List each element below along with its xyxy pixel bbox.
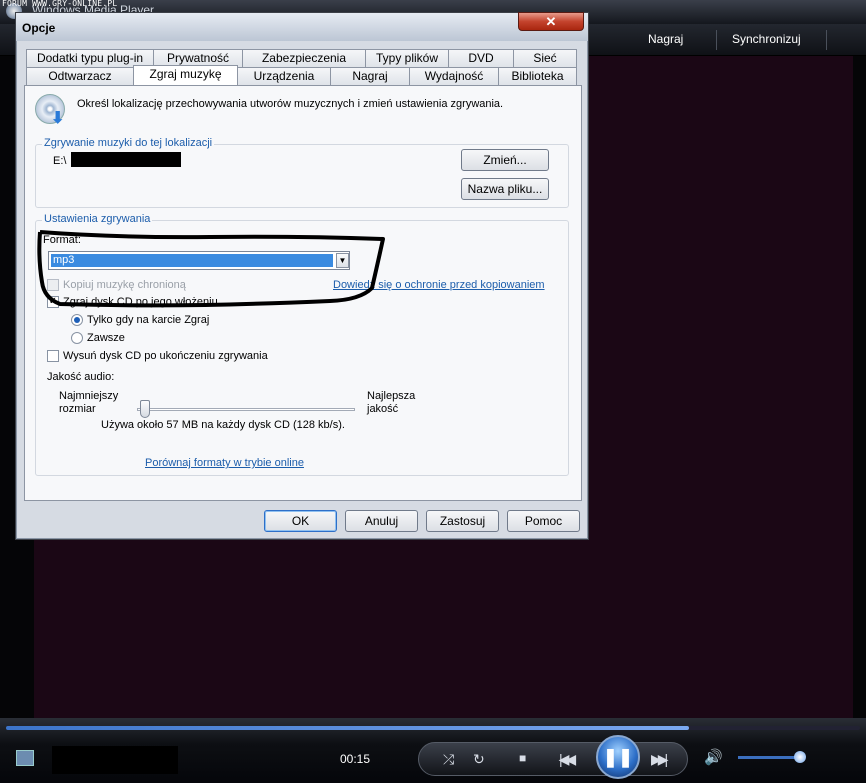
audio-quality-slider[interactable]: [137, 408, 355, 411]
radio-always[interactable]: [71, 332, 83, 344]
quality-min-label: Najmniejszy: [59, 390, 119, 402]
nav-tab-sync[interactable]: Synchronizuj: [732, 32, 801, 46]
audio-quality-label: Jakość audio:: [47, 371, 115, 383]
tab-player[interactable]: Odtwarzacz: [26, 67, 134, 85]
tab-network[interactable]: Sieć: [513, 49, 577, 67]
copy-protection-link[interactable]: Dowiedz się o ochronie przed kopiowaniem: [333, 279, 545, 291]
now-playing-icon[interactable]: [16, 750, 34, 766]
dialog-title: Opcje: [22, 21, 56, 35]
player-right-edge: [853, 56, 866, 720]
volume-slider-thumb[interactable]: [794, 751, 806, 763]
format-select[interactable]: mp3 ▼: [48, 251, 350, 270]
tab-burn[interactable]: Nagraj: [330, 67, 410, 85]
compare-formats-link[interactable]: Porównaj formaty w trybie online: [145, 457, 304, 469]
ok-button[interactable]: OK: [264, 510, 337, 532]
tab-performance[interactable]: Wydajność: [409, 67, 499, 85]
file-name-button[interactable]: Nazwa pliku...: [461, 178, 549, 200]
next-icon[interactable]: ▶▶|: [651, 752, 668, 766]
options-dialog: Opcje ✕ Dodatki typu plug-in Prywatność …: [15, 12, 589, 540]
close-button[interactable]: ✕: [518, 12, 584, 31]
change-location-button[interactable]: Zmień...: [461, 149, 549, 171]
nav-separator: [716, 30, 717, 50]
quality-info: Używa około 57 MB na każdy dysk CD (128 …: [101, 419, 345, 431]
nav-tab-burn[interactable]: Nagraj: [648, 32, 683, 46]
tab-file-types[interactable]: Typy plików: [365, 49, 449, 67]
radio-only-rip-tab-label: Tylko gdy na karcie Zgraj: [87, 314, 210, 326]
cancel-button[interactable]: Anuluj: [345, 510, 418, 532]
redacted-track-info: [52, 746, 178, 774]
format-selected-value: mp3: [51, 254, 333, 267]
apply-button[interactable]: Zastosuj: [426, 510, 499, 532]
download-arrow-icon: ⬇: [51, 110, 65, 127]
quality-min-label: rozmiar: [59, 403, 96, 415]
previous-icon[interactable]: |◀◀: [559, 752, 576, 766]
repeat-icon[interactable]: ↻: [473, 752, 485, 766]
seek-bar[interactable]: [6, 726, 860, 730]
chevron-down-icon[interactable]: ▼: [336, 253, 349, 268]
nav-separator: [826, 30, 827, 50]
eject-checkbox[interactable]: [47, 350, 59, 362]
tab-security[interactable]: Zabezpieczenia: [242, 49, 366, 67]
tab-rip-music[interactable]: Zgraj muzykę: [133, 65, 238, 85]
transport-controls: ⤮ ↻ ■ |◀◀ ▶▶|: [418, 742, 688, 776]
copy-protect-checkbox[interactable]: [47, 279, 59, 291]
tab-dvd[interactable]: DVD: [448, 49, 514, 67]
seek-bar-progress: [6, 726, 690, 730]
close-icon: ✕: [545, 14, 557, 29]
radio-only-rip-tab[interactable]: [71, 314, 83, 326]
player-controls-bar: 00:15 ⤮ ↻ ■ |◀◀ ▶▶|: [0, 718, 866, 783]
checkmark-icon: ✓: [48, 296, 58, 307]
auto-rip-label: Zgraj dysk CD po jego włożeniu: [63, 296, 218, 308]
watermark: FORUM WWW.GRY-ONLINE.PL: [2, 0, 118, 8]
rip-location-title: Zgrywanie muzyki do tej lokalizacji: [42, 137, 215, 149]
elapsed-time: 00:15: [340, 752, 371, 766]
dialog-titlebar: Opcje: [16, 13, 588, 41]
audio-quality-slider-thumb[interactable]: [140, 400, 150, 418]
rip-location-path: E:\: [53, 155, 67, 167]
pause-button[interactable]: ❚❚: [596, 735, 640, 779]
redacted-path: [71, 152, 181, 167]
rip-settings-title: Ustawienia zgrywania: [42, 213, 153, 225]
tab-devices[interactable]: Urządzenia: [237, 67, 331, 85]
auto-rip-checkbox[interactable]: ✓: [47, 296, 59, 308]
tab-library[interactable]: Biblioteka: [498, 67, 577, 85]
format-label: Format:: [43, 234, 81, 246]
help-button[interactable]: Pomoc: [507, 510, 580, 532]
radio-always-label: Zawsze: [87, 332, 125, 344]
quality-max-label: Najlepsza: [367, 390, 416, 402]
volume-icon[interactable]: 🔊: [704, 748, 723, 766]
eject-label: Wysuń dysk CD po ukończeniu zgrywania: [63, 350, 268, 362]
copy-protect-label: Kopiuj muzykę chronioną: [63, 279, 186, 291]
rip-music-panel: ⬇ Określ lokalizację przechowywania utwo…: [24, 85, 582, 501]
stop-icon[interactable]: ■: [519, 751, 526, 765]
pause-icon: ❚❚: [602, 747, 634, 767]
panel-description: Określ lokalizację przechowywania utworó…: [77, 98, 504, 110]
shuffle-icon[interactable]: ⤮: [443, 752, 454, 766]
quality-max-label: jakość: [367, 403, 399, 415]
